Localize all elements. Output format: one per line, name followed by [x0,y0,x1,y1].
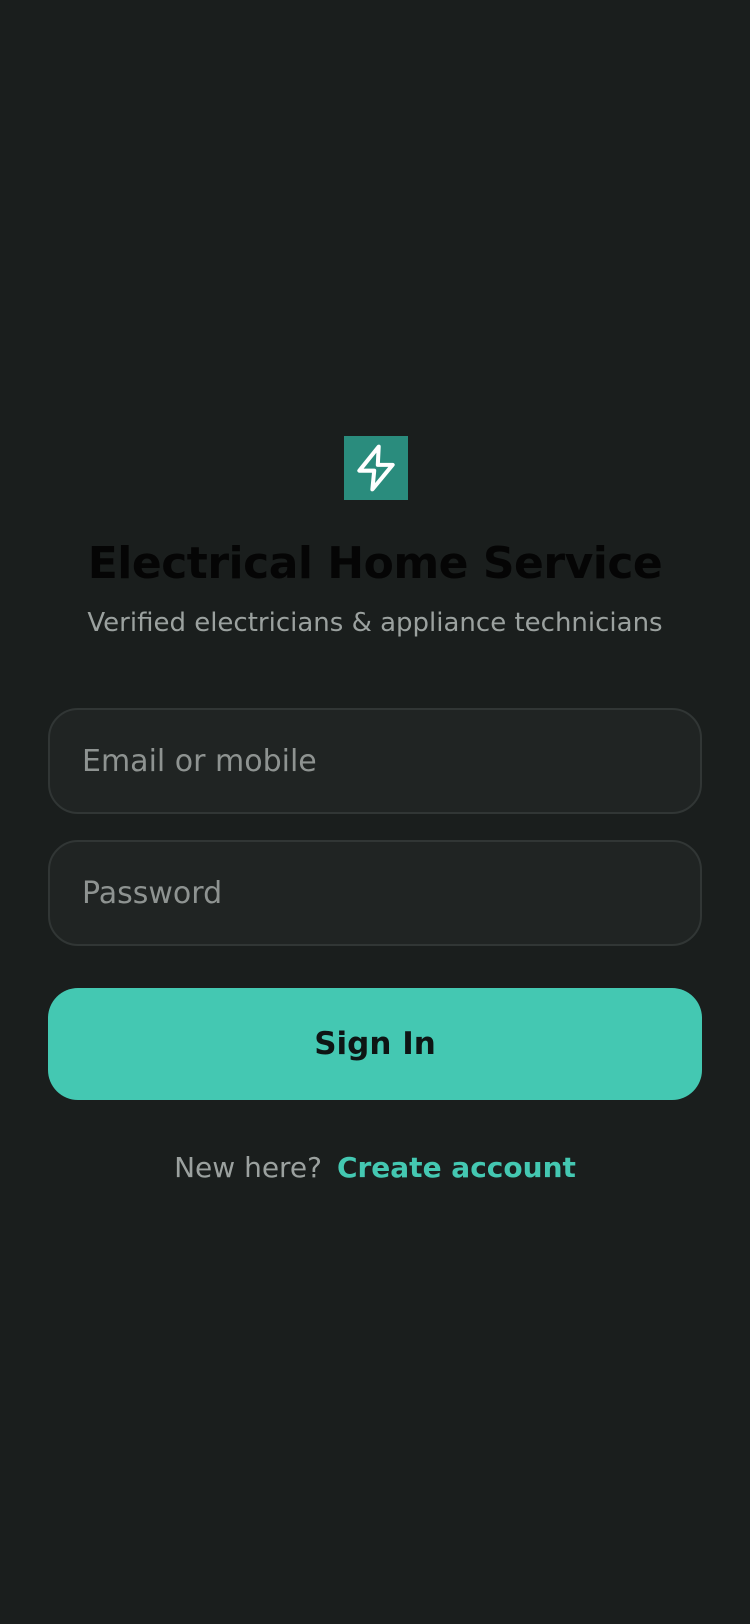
sign-in-button[interactable]: Sign In [48,988,702,1100]
app-subtitle: Verified electricians & appliance techni… [87,608,663,638]
signup-row: New here? Create account [0,1150,750,1186]
email-field-container [48,708,702,814]
password-input[interactable] [50,842,700,944]
password-field-container [48,840,702,946]
lightning-bolt-icon [357,444,395,492]
email-input[interactable] [50,710,700,812]
signup-prompt: New here? [174,1151,323,1184]
app-title: Electrical Home Service [87,538,663,589]
app-logo [344,436,408,500]
login-screen: Electrical Home Service Verified electri… [0,0,750,1624]
create-account-link[interactable]: Create account [337,1151,576,1184]
